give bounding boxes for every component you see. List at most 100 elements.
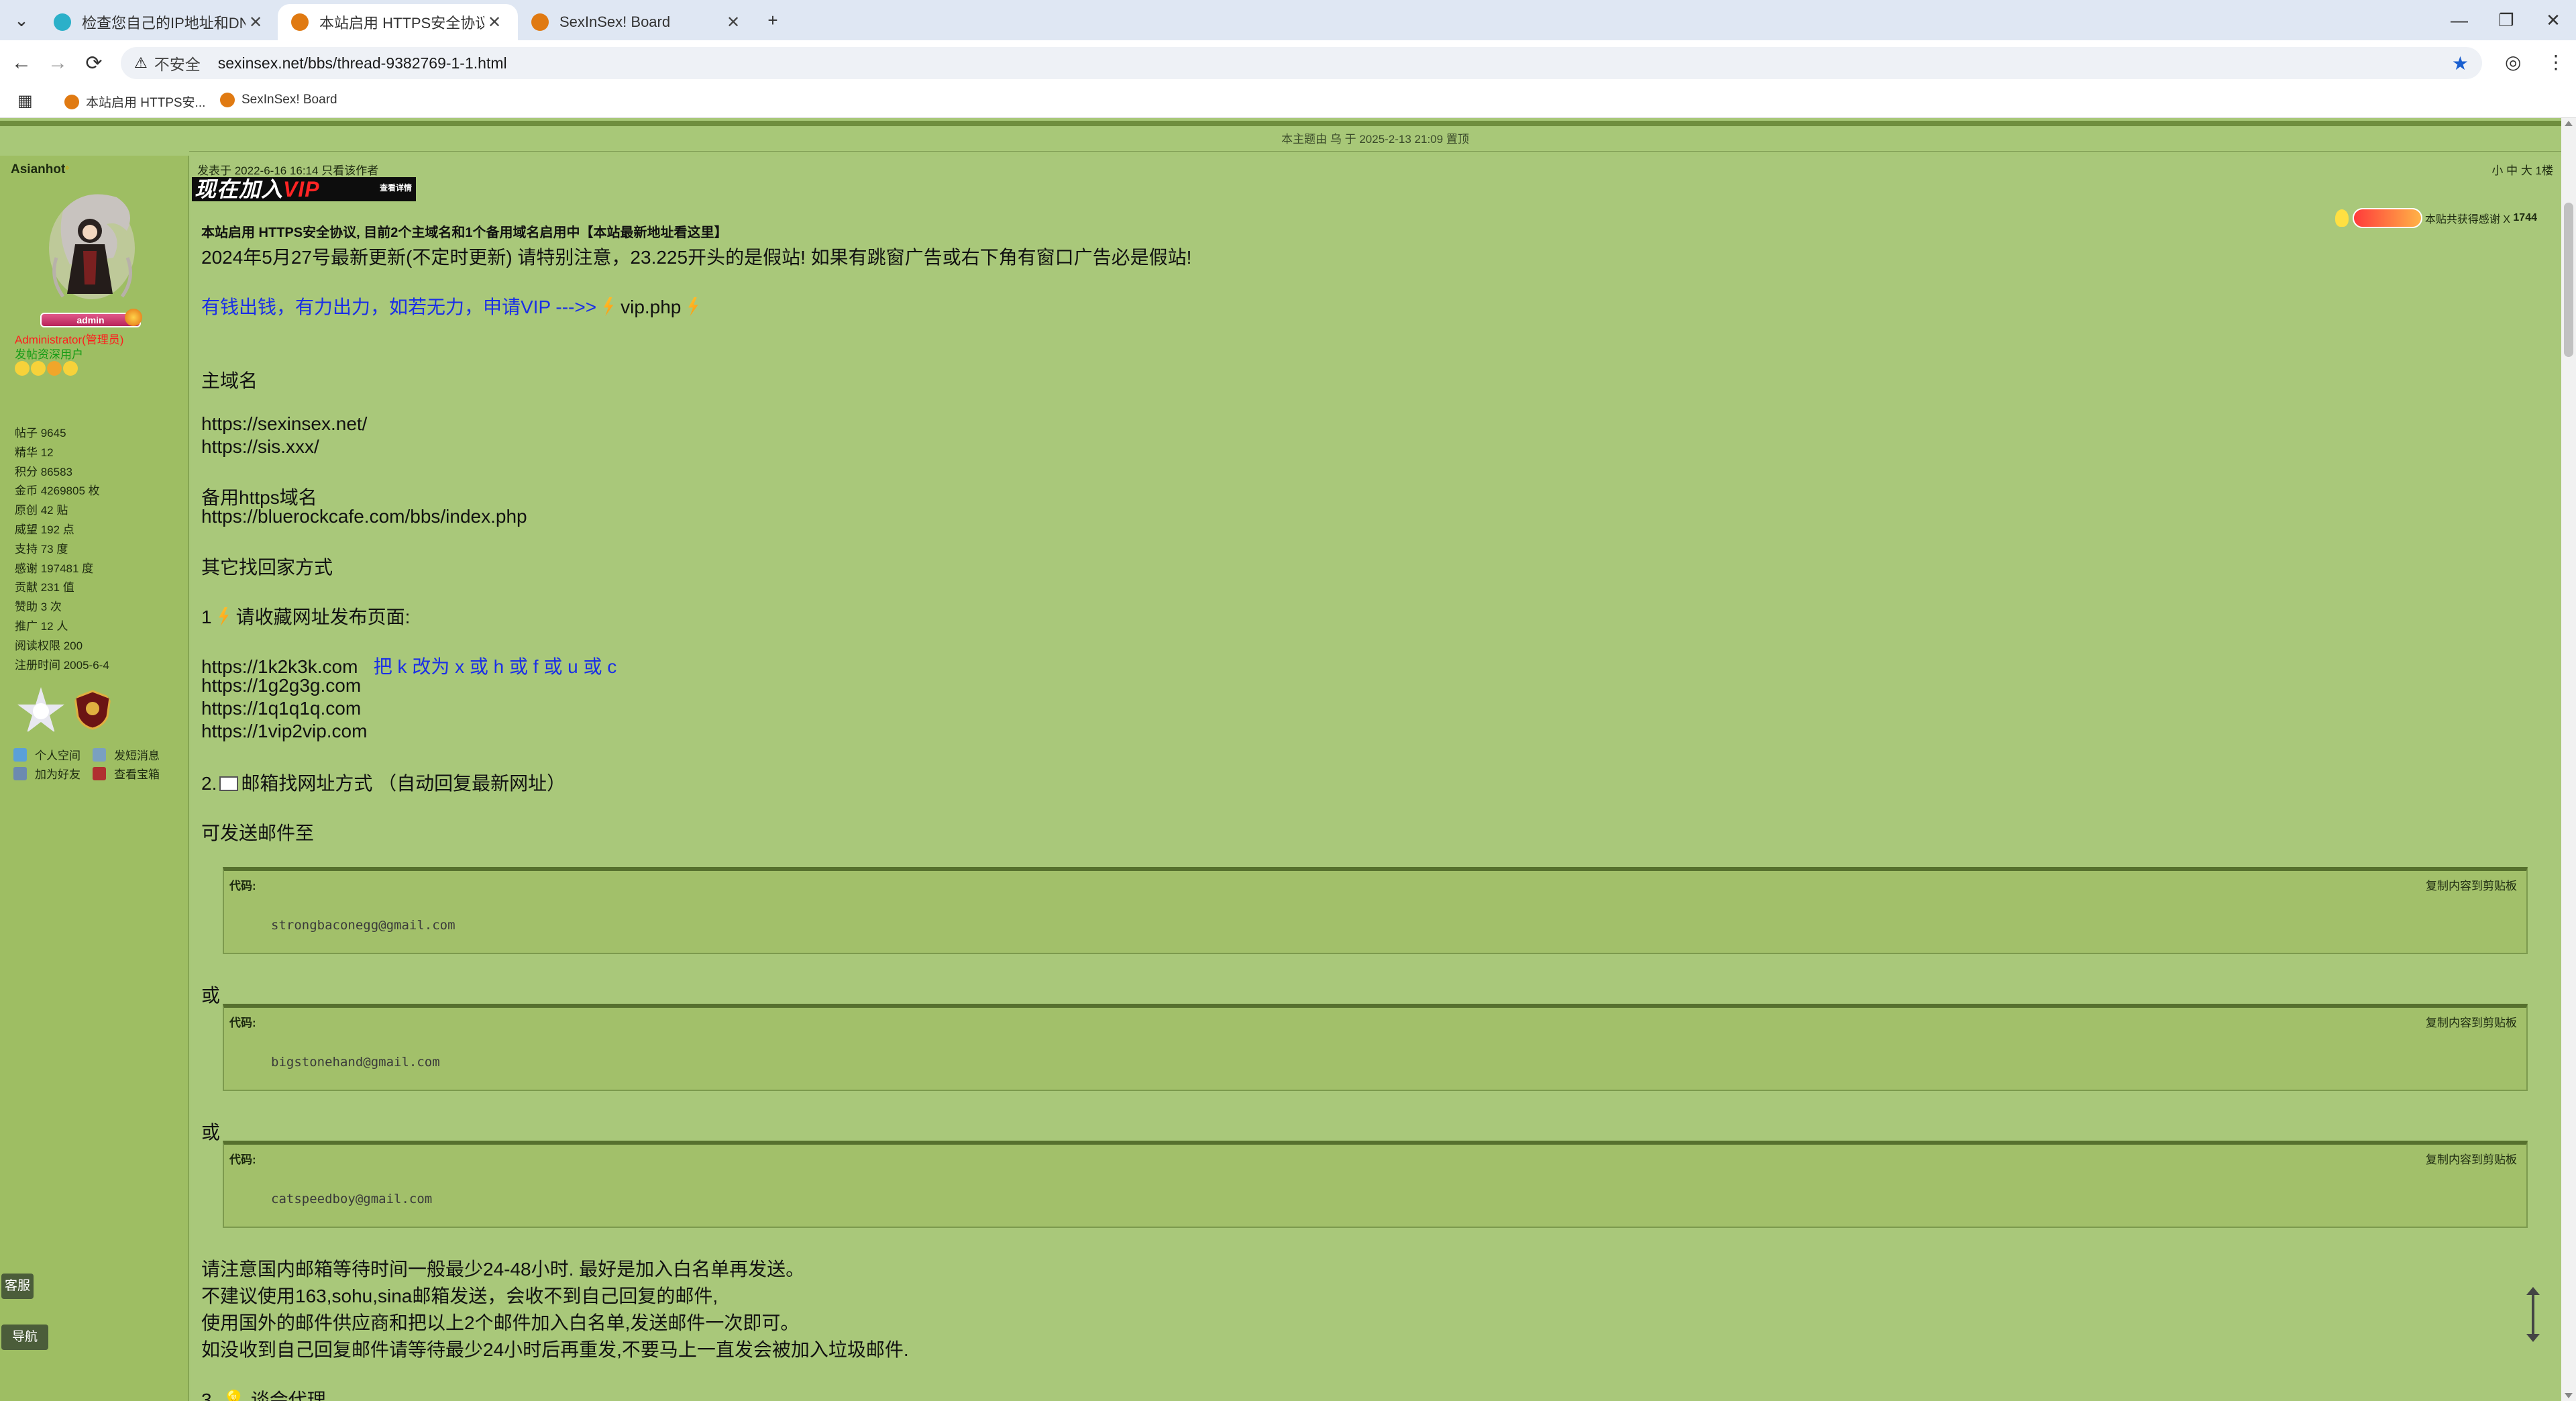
- scroll-arrows-icon[interactable]: [2526, 1287, 2540, 1342]
- tab-title: SexInSex! Board: [559, 13, 671, 30]
- author-name-marker: °: [65, 164, 69, 175]
- email-code[interactable]: catspeedboy@gmail.com: [271, 1192, 432, 1206]
- browser-toolbar: ← → ⟳ ⚠ 不安全 sexinsex.net/bbs/thread-9382…: [0, 40, 2576, 85]
- sun-icon: [15, 361, 30, 376]
- stat-sponsor: 赞助 3 次: [15, 601, 62, 614]
- send-message-link[interactable]: 发短消息: [93, 746, 160, 763]
- bookmark-star-icon[interactable]: ★: [2452, 52, 2469, 74]
- author-avatar[interactable]: [43, 184, 141, 302]
- bookmark-https-notice[interactable]: 本站启用 HTTPS安...: [64, 93, 205, 111]
- security-label[interactable]: 不安全: [154, 52, 201, 74]
- font-size-controls[interactable]: 小 中 大 1楼: [2491, 161, 2553, 178]
- author-rank-stars: [15, 361, 78, 376]
- backup-domain-link[interactable]: https://bluerockcafe.com/bbs/index.php: [201, 506, 527, 527]
- sun-icon: [31, 361, 46, 376]
- step3-line: 3. 💡 谈会代理: [201, 1390, 326, 1401]
- top-stripe: [0, 121, 2561, 126]
- scrollbar-thumb[interactable]: [2564, 203, 2573, 357]
- minimize-button[interactable]: —: [2439, 7, 2479, 34]
- author-sidebar: Asianhot° admin Administrator(管理员) 发帖资深用…: [0, 156, 189, 1401]
- more-menu-icon[interactable]: ⋮: [2546, 51, 2565, 73]
- bookmark-sexinsex-board[interactable]: SexInSex! Board: [220, 93, 337, 107]
- apps-grid-icon[interactable]: ▦: [17, 91, 33, 111]
- close-icon[interactable]: ✕: [246, 13, 266, 32]
- copy-to-clipboard-button[interactable]: 复制内容到剪贴板: [2426, 1013, 2517, 1030]
- restore-button[interactable]: ❐: [2486, 7, 2526, 34]
- other-methods-label: 其它找回家方式: [201, 557, 333, 578]
- publish-site-link[interactable]: https://1g2g3g.com: [201, 675, 361, 696]
- flame-icon: [125, 309, 142, 326]
- close-icon[interactable]: ✕: [723, 13, 743, 32]
- reload-icon: ⟳: [85, 52, 103, 74]
- page-scrollbar[interactable]: [2561, 118, 2576, 1401]
- stat-credits: 积分 86583: [15, 465, 72, 478]
- tab-https-notice[interactable]: 本站启用 HTTPS安全协议, 目前2个主域名和1个备用域名启用中 ✕: [278, 4, 518, 40]
- site-favicon-icon: [531, 13, 549, 31]
- vip-banner-sub: 查看详情: [379, 183, 412, 193]
- tab-ip-check[interactable]: 检查您自己的IP地址和DNS地址 ✕: [40, 4, 279, 40]
- page-content: 本主题由 乌 于 2025-2-13 21:09 置顶 Asianhot° ad…: [0, 118, 2561, 1401]
- main-domain-link[interactable]: https://sis.xxx/: [201, 436, 319, 458]
- copy-to-clipboard-button[interactable]: 复制内容到剪贴板: [2426, 876, 2517, 893]
- site-favicon-icon: [64, 94, 79, 109]
- forward-button[interactable]: →: [44, 50, 71, 76]
- scroll-down-icon[interactable]: [2565, 1393, 2573, 1398]
- close-icon[interactable]: ✕: [484, 13, 504, 32]
- vip-appeal-text: 有钱出钱，有力出力，如若无力，申请VIP --->>: [201, 297, 597, 317]
- step-text: 请收藏网址发布页面:: [235, 607, 411, 627]
- tab-sexinsex-board[interactable]: SexInSex! Board ✕: [518, 4, 757, 40]
- email-note: 使用国外的邮件供应商和把以上2个邮件加入白名单,发送邮件一次即可。: [201, 1312, 800, 1333]
- copy-to-clipboard-button[interactable]: 复制内容到剪贴板: [2426, 1150, 2517, 1167]
- back-button[interactable]: ←: [8, 50, 35, 76]
- shield-medal-icon: [74, 690, 111, 730]
- author-name[interactable]: Asianhot°: [11, 162, 69, 177]
- email-code[interactable]: bigstonehand@gmail.com: [271, 1055, 440, 1070]
- email-code[interactable]: strongbaconegg@gmail.com: [271, 918, 455, 933]
- author-stats: 帖子 9645 精华 12 积分 86583 金币 4269805 枚 原创 4…: [15, 424, 109, 675]
- stat-promotion: 推广 12 人: [15, 619, 68, 633]
- url-text[interactable]: sexinsex.net/bbs/thread-9382769-1-1.html: [218, 54, 507, 72]
- tab-search-button[interactable]: ⌄: [9, 8, 34, 32]
- publish-site-link[interactable]: https://1k2k3k.com: [201, 656, 358, 677]
- spark-icon: [219, 607, 229, 626]
- bookmark-label: SexInSex! Board: [241, 93, 337, 107]
- view-treasure-link[interactable]: 查看宝箱: [93, 765, 160, 782]
- site-favicon-icon: [291, 13, 309, 31]
- address-bar[interactable]: ⚠ 不安全 sexinsex.net/bbs/thread-9382769-1-…: [121, 47, 2482, 79]
- thanks-counter[interactable]: 本贴共获得感谢 X 1744: [2334, 208, 2537, 228]
- scroll-up-icon[interactable]: [2565, 121, 2573, 126]
- new-tab-button[interactable]: +: [761, 8, 785, 32]
- stat-gold: 金币 4269805 枚: [15, 484, 100, 498]
- vip-banner[interactable]: 现在加入VIP 查看详情: [192, 177, 416, 201]
- customer-service-button[interactable]: 客服: [1, 1274, 34, 1299]
- message-icon: [93, 747, 106, 762]
- publish-site-link[interactable]: https://1vip2vip.com: [201, 721, 367, 742]
- close-icon: ✕: [2546, 9, 2561, 30]
- site-favicon-icon: [220, 93, 235, 107]
- vip-appeal-line: 有钱出钱，有力出力，如若无力，申请VIP --->> vip.php: [201, 293, 705, 319]
- fake-site-notice: 2024年5月27号最新更新(不定时更新) 请特别注意，23.225开头的是假站…: [201, 247, 1192, 268]
- restore-icon: ❐: [2498, 9, 2514, 30]
- profile-icon[interactable]: ◎: [2505, 51, 2521, 73]
- vip-banner-vip: VIP: [283, 177, 320, 201]
- author-name-text[interactable]: Asianhot: [11, 162, 65, 176]
- add-friend-link[interactable]: 加为好友: [13, 765, 80, 782]
- or-separator: 或: [201, 985, 221, 1006]
- link-label: 发短消息: [114, 749, 160, 762]
- site-favicon-icon: [54, 13, 71, 31]
- post-meta[interactable]: 发表于 2022-6-16 16:14 只看该作者: [197, 161, 378, 178]
- thread-notice: 本主题由 乌 于 2025-2-13 21:09 置顶: [189, 127, 2561, 152]
- personal-space-link[interactable]: 个人空间: [13, 746, 80, 763]
- stat-posts: 帖子 9645: [15, 427, 66, 439]
- reload-button[interactable]: ⟳: [80, 50, 107, 76]
- publish-site-link[interactable]: https://1q1q1q.com: [201, 698, 361, 719]
- email-note: 请注意国内邮箱等待时间一般最少24-48小时. 最好是加入白名单再发送。: [201, 1259, 805, 1280]
- code-block: 代码: 复制内容到剪贴板 strongbaconegg@gmail.com: [223, 867, 2528, 954]
- step-text: 邮箱找网址方式 （自动回复最新网址）: [241, 773, 566, 794]
- main-domain-link[interactable]: https://sexinsex.net/: [201, 413, 367, 435]
- navigation-button[interactable]: 导航: [1, 1325, 48, 1350]
- post-body: 发表于 2022-6-16 16:14 只看该作者 小 中 大 1楼 现在加入V…: [191, 156, 2561, 1401]
- bookmarks-bar: ▦ 本站启用 HTTPS安... SexInSex! Board: [0, 85, 2576, 118]
- close-window-button[interactable]: ✕: [2533, 7, 2573, 34]
- vip-link[interactable]: vip.php: [621, 297, 681, 317]
